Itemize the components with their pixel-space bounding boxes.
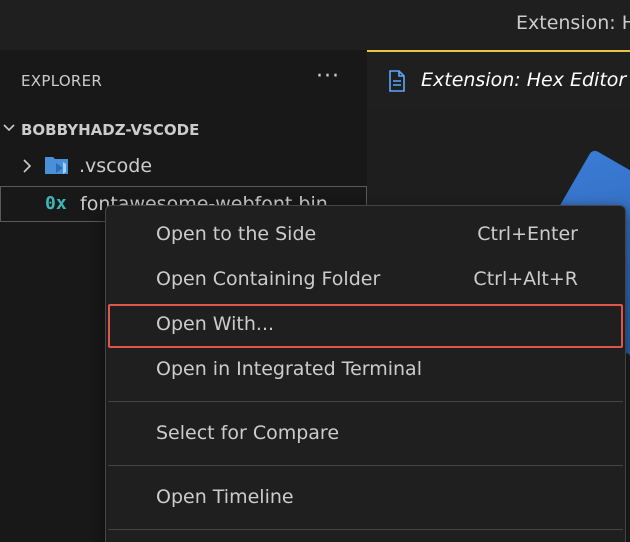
menu-item-label: Open Containing Folder [156, 268, 381, 290]
chevron-down-icon [3, 124, 15, 132]
menu-separator [108, 529, 623, 530]
context-menu: Open to the Side Ctrl+Enter Open Contain… [105, 205, 626, 542]
binary-file-icon: 0x [45, 193, 67, 214]
menu-item-label: Select for Compare [156, 422, 340, 444]
menu-item-label: Open in Integrated Terminal [156, 358, 422, 380]
vscode-folder-icon [45, 157, 68, 174]
menu-item-label: Open to the Side [156, 223, 317, 245]
menu-item-open-containing-folder[interactable]: Open Containing Folder Ctrl+Alt+R [108, 259, 623, 303]
window-title: Extension: H [516, 12, 630, 34]
menu-separator [108, 401, 623, 402]
chevron-right-icon [23, 159, 32, 173]
title-bar: Extension: H [0, 0, 630, 50]
tab-hex-editor[interactable]: Extension: Hex Editor [367, 50, 630, 108]
menu-item-label: Open With... [156, 313, 275, 335]
menu-separator [108, 465, 623, 466]
workspace-folder-name: BOBBYHADZ-VSCODE [21, 121, 200, 139]
menu-item-open-timeline[interactable]: Open Timeline [108, 477, 623, 521]
menu-item-open-to-side[interactable]: Open to the Side Ctrl+Enter [108, 214, 623, 258]
tree-item-vscode-folder[interactable]: .vscode [0, 148, 367, 184]
menu-item-shortcut: Ctrl+Enter [477, 223, 578, 245]
workspace-folder-header[interactable]: BOBBYHADZ-VSCODE [0, 112, 367, 146]
tab-label: Extension: Hex Editor [421, 69, 627, 91]
menu-item-label: Open Timeline [156, 486, 294, 508]
explorer-header: EXPLORER ··· [0, 50, 367, 110]
menu-item-shortcut: Ctrl+Alt+R [473, 268, 578, 290]
more-actions-icon[interactable]: ··· [316, 64, 340, 89]
menu-item-select-for-compare[interactable]: Select for Compare [108, 413, 623, 457]
explorer-title: EXPLORER [21, 72, 103, 90]
tree-item-label: .vscode [79, 155, 153, 177]
file-icon [389, 70, 405, 92]
menu-item-open-in-terminal[interactable]: Open in Integrated Terminal [108, 349, 623, 393]
menu-item-open-with[interactable]: Open With... [108, 304, 623, 348]
